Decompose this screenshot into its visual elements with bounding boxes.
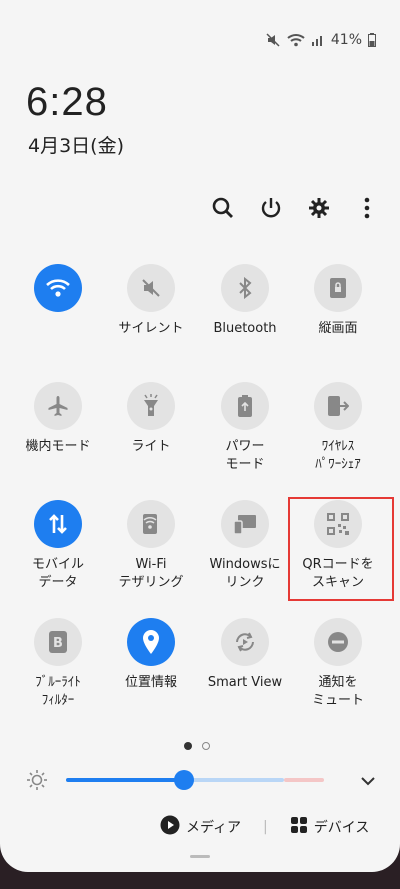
wifi-status-icon [287,33,305,47]
tile-toggle-location[interactable] [127,618,175,666]
tile-toggle-wireless-share[interactable] [314,382,362,430]
location-icon [141,629,161,655]
bluetooth-icon [237,277,253,299]
tile-tethering[interactable]: Wi-Fi テザリング [106,500,196,592]
page-dot-active[interactable] [184,742,192,750]
page-dot[interactable] [202,742,210,750]
brightness-track-end [284,778,324,782]
tile-label: ﾌﾞﾙｰﾗｲﾄ ﾌｨﾙﾀｰ [35,675,81,708]
tile-location[interactable]: 位置情報 [106,618,196,692]
tile-flashlight[interactable]: ライト [106,382,196,456]
link-windows-icon [232,513,258,535]
tile-mobile-data[interactable]: モバイル データ [13,500,103,592]
tile-link-windows[interactable]: Windowsに リンク [200,500,290,592]
more-options-icon[interactable] [354,195,380,221]
brightness-track [184,778,284,782]
sun-icon [26,769,48,795]
page-indicator [184,742,210,750]
tile-mute-notification[interactable]: 通知を ミュート [293,618,383,710]
bottom-bar: メディア | デバイス [160,815,369,839]
tile-label: ﾜｲﾔﾚｽ ﾊﾟﾜｰｼｪｱ [315,439,361,472]
blue-light-icon: B [48,630,68,654]
media-label: メディア [186,820,242,836]
tile-wireless-share[interactable]: ﾜｲﾔﾚｽ ﾊﾟﾜｰｼｪｱ [293,382,383,474]
tile-label: Windowsに リンク [209,557,281,590]
tethering-icon [140,512,162,536]
gear-icon[interactable] [306,195,332,221]
clock-date: 4月3日(金) [28,135,125,157]
tile-toggle-smart-view[interactable] [221,618,269,666]
power-mode-icon [237,394,253,418]
mute-notification-icon [327,631,349,653]
signal-icon [311,33,325,47]
search-icon[interactable] [210,195,236,221]
portrait-icon [329,277,347,299]
divider: | [263,819,268,835]
tile-bluetooth[interactable]: Bluetooth [200,264,290,338]
mobile-data-icon [47,513,69,535]
chevron-down-icon[interactable] [360,772,376,791]
tile-toggle-tethering[interactable] [127,500,175,548]
power-icon[interactable] [258,195,284,221]
quick-settings-panel: 41% 6:28 4月3日(金) サイレント Bluetooth 縦画面機内モード ラ… [0,0,400,872]
flashlight-icon [142,394,160,418]
tile-silent[interactable]: サイレント [106,264,196,338]
devices-label: デバイス [313,820,370,836]
tile-label: 機内モード [25,439,91,454]
qr-highlight-box [288,497,394,601]
battery-icon [368,33,376,47]
drag-handle[interactable] [190,855,210,858]
svg-text:B: B [53,636,63,651]
brightness-slider[interactable] [26,768,376,792]
tile-label: 位置情報 [124,675,177,690]
tile-blue-light[interactable]: B ﾌﾞﾙｰﾗｲﾄ ﾌｨﾙﾀｰ [13,618,103,710]
smart-view-icon [233,630,257,654]
brightness-track-filled [66,778,184,782]
wifi-icon [45,277,71,299]
silent-icon [140,277,162,299]
tile-label: Smart View [207,675,283,690]
mute-icon [265,32,281,48]
tile-toggle-airplane[interactable] [34,382,82,430]
tile-label: 縦画面 [318,321,358,336]
tile-toggle-bluetooth[interactable] [221,264,269,312]
play-icon [160,815,180,839]
tile-label: サイレント [118,321,184,336]
wireless-share-icon [327,394,349,418]
clock-time: 6:28 [26,80,108,124]
tile-label: 通知を ミュート [311,675,364,708]
tile-toggle-silent[interactable] [127,264,175,312]
tile-label: モバイル データ [31,557,84,590]
tile-toggle-flashlight[interactable] [127,382,175,430]
tile-portrait[interactable]: 縦画面 [293,264,383,338]
media-button[interactable]: メディア [160,815,241,839]
tile-airplane[interactable]: 機内モード [13,382,103,456]
tile-label: パワー モード [225,439,265,472]
brightness-thumb[interactable] [174,770,194,790]
tile-toggle-blue-light[interactable]: B [34,618,82,666]
tile-label: Bluetooth [213,321,277,336]
devices-icon [290,816,308,838]
tile-wifi[interactable] [13,264,103,320]
tile-toggle-portrait[interactable] [314,264,362,312]
top-actions [210,195,380,221]
tile-smart-view[interactable]: Smart View [200,618,290,692]
devices-button[interactable]: デバイス [290,816,370,838]
status-bar: 41% [265,32,376,48]
tile-toggle-mute-notification[interactable] [314,618,362,666]
airplane-icon [46,394,70,418]
tile-label: Wi-Fi テザリング [118,557,184,590]
tile-toggle-power-mode[interactable] [221,382,269,430]
tile-toggle-mobile-data[interactable] [34,500,82,548]
tile-toggle-wifi[interactable] [34,264,82,312]
tile-label: ライト [131,439,171,454]
tile-toggle-link-windows[interactable] [221,500,269,548]
battery-text: 41% [330,32,362,48]
tile-power-mode[interactable]: パワー モード [200,382,290,474]
